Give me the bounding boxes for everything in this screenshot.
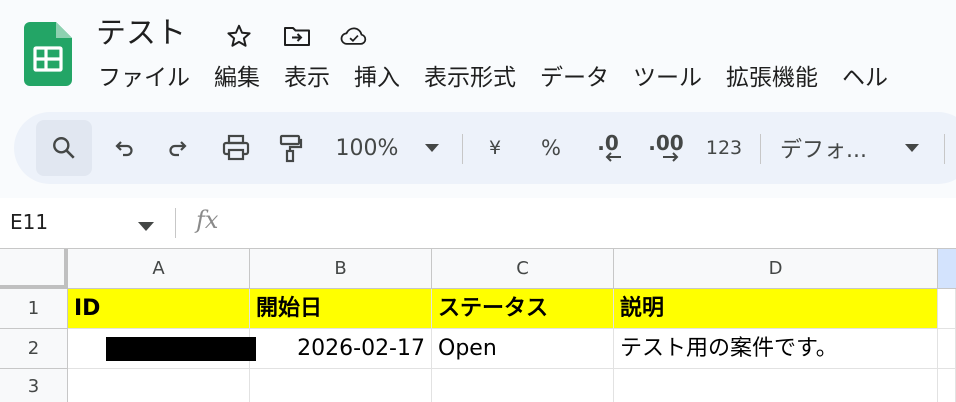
formula-divider bbox=[175, 208, 176, 238]
arrow-left-icon bbox=[605, 152, 621, 162]
cloud-saved-icon[interactable] bbox=[340, 22, 368, 50]
menu-extensions[interactable]: 拡張機能 bbox=[714, 60, 830, 96]
name-box-dropdown-icon[interactable] bbox=[138, 216, 154, 235]
menu-file[interactable]: ファイル bbox=[86, 60, 202, 96]
cell-d1[interactable]: 説明 bbox=[614, 289, 938, 329]
font-dropdown-arrow-icon[interactable] bbox=[900, 112, 924, 184]
menu-bar: ファイル 編集 表示 挿入 表示形式 データ ツール 拡張機能 ヘル bbox=[86, 60, 900, 96]
font-family-select[interactable]: デフォ... bbox=[780, 112, 886, 184]
row-header-2[interactable]: 2 bbox=[0, 329, 68, 369]
cell-d2[interactable]: テスト用の案件です。 bbox=[614, 329, 938, 369]
decrease-decimal-button[interactable]: .0 bbox=[588, 112, 628, 184]
row-header-3[interactable]: 3 bbox=[0, 369, 68, 402]
undo-button[interactable] bbox=[106, 112, 142, 184]
zoom-select[interactable]: 100% bbox=[330, 112, 404, 184]
column-header-e-selected[interactable] bbox=[938, 249, 956, 289]
currency-format-button[interactable]: ¥ bbox=[480, 112, 510, 184]
sheets-logo-icon[interactable] bbox=[24, 22, 72, 86]
toolbar-divider bbox=[462, 134, 463, 164]
arrow-right-icon bbox=[663, 152, 679, 162]
menu-format[interactable]: 表示形式 bbox=[412, 60, 528, 96]
toolbar: 100% ¥ % .0 .00 123 デフォ... bbox=[14, 112, 956, 184]
cell-e1[interactable] bbox=[938, 289, 956, 329]
menu-insert[interactable]: 挿入 bbox=[342, 60, 412, 96]
cell-a1[interactable]: ID bbox=[68, 289, 250, 329]
cell-e3[interactable] bbox=[938, 369, 956, 402]
cell-e2[interactable] bbox=[938, 329, 956, 369]
spreadsheet-grid: A B C D 1 2 3 ID 開始日 ステータス 説明 2026-02-17… bbox=[0, 248, 956, 402]
search-icon bbox=[53, 137, 75, 159]
cell-b1[interactable]: 開始日 bbox=[250, 289, 432, 329]
formula-bar: E11 fx bbox=[0, 198, 956, 248]
menu-edit[interactable]: 編集 bbox=[202, 60, 272, 96]
cell-b3[interactable] bbox=[250, 369, 432, 402]
select-all-corner[interactable] bbox=[0, 249, 68, 289]
star-icon[interactable] bbox=[225, 22, 253, 50]
column-header-a[interactable]: A bbox=[68, 249, 250, 289]
row-header-1[interactable]: 1 bbox=[0, 289, 68, 329]
column-header-d[interactable]: D bbox=[614, 249, 938, 289]
print-icon bbox=[222, 134, 250, 161]
column-header-c[interactable]: C bbox=[432, 249, 614, 289]
document-title[interactable]: テスト bbox=[96, 14, 186, 54]
cell-d3[interactable] bbox=[614, 369, 938, 402]
move-to-folder-icon[interactable] bbox=[283, 22, 311, 50]
paint-format-icon bbox=[279, 134, 303, 163]
redo-icon bbox=[169, 141, 187, 157]
increase-decimal-label: .00 bbox=[648, 131, 684, 155]
decrease-decimal-label: .0 bbox=[597, 131, 619, 155]
search-menus-button[interactable] bbox=[36, 120, 92, 176]
increase-decimal-button[interactable]: .00 bbox=[644, 112, 688, 184]
cell-a3[interactable] bbox=[68, 369, 250, 402]
redacted-block bbox=[106, 337, 256, 361]
cell-a2[interactable] bbox=[68, 329, 256, 369]
menu-tools[interactable]: ツール bbox=[621, 60, 714, 96]
cell-c1[interactable]: ステータス bbox=[432, 289, 614, 329]
undo-icon bbox=[115, 141, 133, 157]
cell-b2[interactable]: 2026-02-17 bbox=[250, 329, 432, 369]
more-formats-button[interactable]: 123 bbox=[702, 112, 746, 184]
menu-data[interactable]: データ bbox=[528, 60, 621, 96]
print-button[interactable] bbox=[216, 112, 256, 184]
redo-button[interactable] bbox=[160, 112, 196, 184]
name-box[interactable]: E11 bbox=[10, 208, 48, 236]
cell-c3[interactable] bbox=[432, 369, 614, 402]
toolbar-divider bbox=[760, 134, 761, 164]
cell-c2[interactable]: Open bbox=[432, 329, 614, 369]
fx-icon: fx bbox=[196, 206, 219, 234]
toolbar-divider bbox=[944, 134, 945, 164]
menu-view[interactable]: 表示 bbox=[272, 60, 342, 96]
percent-format-button[interactable]: % bbox=[536, 112, 566, 184]
menu-help[interactable]: ヘル bbox=[830, 60, 900, 96]
column-header-b[interactable]: B bbox=[250, 249, 432, 289]
zoom-dropdown-arrow-icon[interactable] bbox=[420, 112, 444, 184]
toolbar-area: 100% ¥ % .0 .00 123 デフォ... bbox=[0, 104, 956, 198]
app-header: テスト ファイル 編集 表示 挿入 表示形式 データ ツール 拡張機能 ヘル bbox=[0, 0, 956, 104]
paint-format-button[interactable] bbox=[272, 112, 308, 184]
